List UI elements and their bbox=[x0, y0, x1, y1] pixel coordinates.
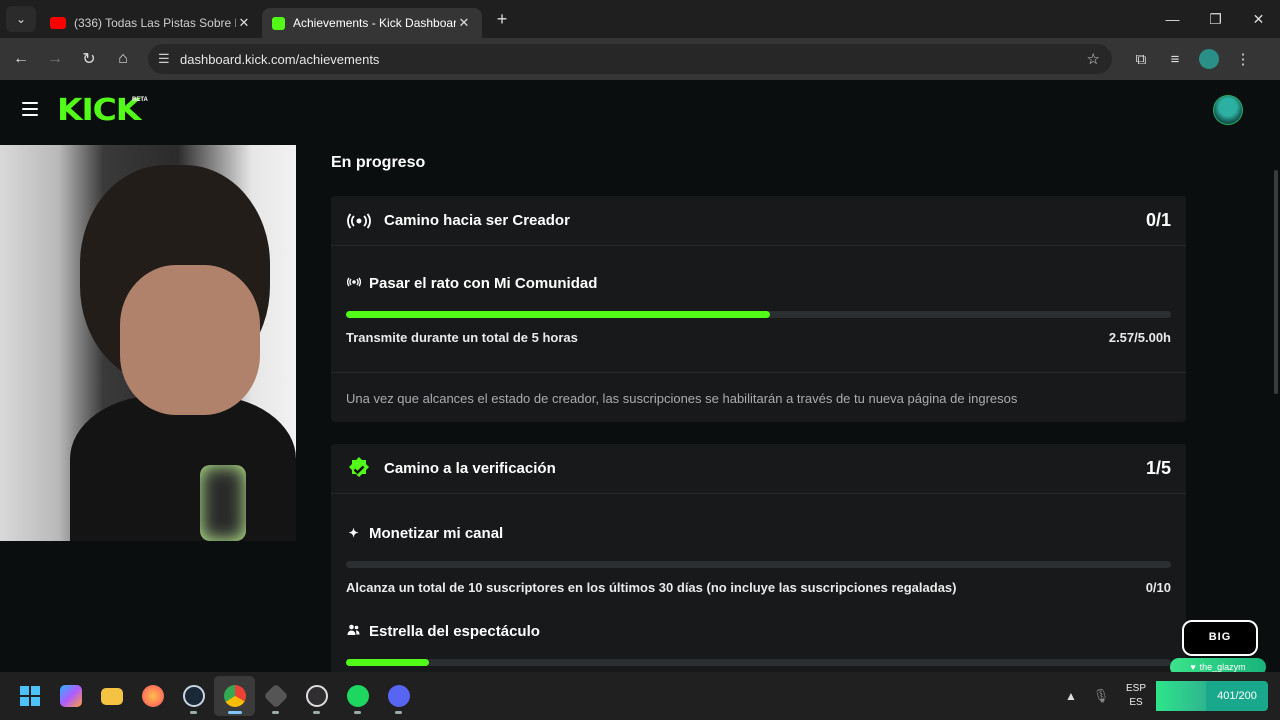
file-explorer-icon[interactable] bbox=[91, 676, 132, 716]
task-item: Pasar el rato con Mi Comunidad Transmite… bbox=[331, 246, 1186, 345]
tab-title: (336) Todas Las Pistas Sobre He bbox=[74, 16, 236, 30]
heart-icon: ♥ bbox=[1190, 662, 1196, 672]
site-settings-icon[interactable]: ☰ bbox=[158, 51, 180, 67]
bookmark-star-icon[interactable]: ☆ bbox=[1087, 50, 1100, 68]
windows-taskbar: ▲ 🎙 ESP ES 401/200 bbox=[0, 672, 1280, 720]
close-tab-icon[interactable]: ✕ bbox=[236, 15, 252, 31]
overlay-goal-bar bbox=[1156, 681, 1206, 711]
steam-icon[interactable] bbox=[173, 676, 214, 716]
achievement-card-creator: Camino hacia ser Creador 0/1 Pasar el ra… bbox=[331, 196, 1186, 422]
extensions-icon[interactable]: ⧉ bbox=[1124, 44, 1158, 74]
overlay-counter: 401/200 bbox=[1206, 681, 1268, 711]
browser-tab-bar: ⌄ (336) Todas Las Pistas Sobre He ✕ Achi… bbox=[0, 0, 1280, 38]
webcam-overlay bbox=[0, 145, 296, 541]
url-bar[interactable]: ☰ dashboard.kick.com/achievements ☆ bbox=[148, 44, 1112, 74]
card-count: 1/5 bbox=[1145, 458, 1171, 478]
language-indicator[interactable]: ESP ES bbox=[1116, 682, 1156, 710]
progress-bar bbox=[346, 659, 1171, 666]
beta-badge: BETA bbox=[132, 97, 148, 103]
task-item: Estrella del espectáculo bbox=[331, 595, 1186, 666]
minimize-icon[interactable]: — bbox=[1151, 0, 1194, 38]
discord-icon[interactable] bbox=[378, 676, 419, 716]
broadcast-icon bbox=[346, 209, 372, 233]
card-title: Camino a la verificación bbox=[384, 460, 556, 477]
chevron-up-icon[interactable]: ▲ bbox=[1056, 689, 1086, 703]
tab-youtube[interactable]: (336) Todas Las Pistas Sobre He ✕ bbox=[40, 8, 262, 38]
section-title: En progreso bbox=[331, 154, 426, 171]
obs-icon[interactable] bbox=[296, 676, 337, 716]
system-tray: ▲ 🎙 ESP ES 401/200 bbox=[1056, 672, 1280, 720]
progress-bar bbox=[346, 311, 1171, 318]
card-title: Camino hacia ser Creador bbox=[384, 212, 570, 229]
progress-fill bbox=[346, 659, 429, 666]
card-note: Una vez que alcances el estado de creado… bbox=[346, 391, 1018, 406]
address-toolbar: ← → ↻ ⌂ ☰ dashboard.kick.com/achievement… bbox=[0, 38, 1280, 80]
achievement-card-verification: Camino a la verificación 1/5 ✦ Monetizar… bbox=[331, 444, 1186, 672]
tab-kick-dashboard[interactable]: Achievements - Kick Dashboard ✕ bbox=[262, 8, 482, 38]
task-progress-value: 0/10 bbox=[1145, 580, 1171, 595]
new-tab-button[interactable]: + bbox=[488, 9, 516, 30]
task-requirement: Alcanza un total de 10 suscriptores en l… bbox=[346, 580, 957, 595]
task-item: ✦ Monetizar mi canal Alcanza un total de… bbox=[331, 494, 1186, 595]
task-title: Monetizar mi canal bbox=[369, 524, 504, 542]
card-count: 0/1 bbox=[1145, 210, 1171, 230]
reload-icon[interactable]: ↻ bbox=[72, 44, 106, 74]
sparkle-icon: ✦ bbox=[348, 526, 359, 540]
tab-search-button[interactable]: ⌄ bbox=[6, 6, 36, 32]
chrome-icon[interactable] bbox=[214, 676, 255, 716]
close-tab-icon[interactable]: ✕ bbox=[456, 15, 472, 31]
kick-favicon-icon bbox=[272, 16, 285, 30]
task-title: Estrella del espectáculo bbox=[369, 622, 540, 640]
browser-menu-icon[interactable]: ⋮ bbox=[1226, 44, 1260, 74]
url-text: dashboard.kick.com/achievements bbox=[180, 51, 380, 67]
handle-text: the_glazym bbox=[1199, 662, 1246, 672]
spotify-icon[interactable] bbox=[337, 676, 378, 716]
windows-logo-icon bbox=[19, 686, 40, 706]
hamburger-menu-icon[interactable] bbox=[22, 102, 38, 116]
kick-logo[interactable]: KICK bbox=[57, 93, 141, 128]
task-progress-value: 2.57/5.00h bbox=[1108, 330, 1171, 345]
tab-title: Achievements - Kick Dashboard bbox=[293, 16, 456, 30]
stream-overlay-logo: BIG bbox=[1182, 620, 1258, 656]
window-controls: — ❐ ✕ bbox=[1151, 0, 1280, 38]
youtube-icon bbox=[50, 17, 66, 29]
media-control-icon[interactable]: ≡ bbox=[1158, 44, 1192, 74]
app-cube-icon[interactable] bbox=[255, 676, 296, 716]
site-header: KICK BETA bbox=[0, 80, 1280, 142]
microphone-icon[interactable]: 🎙 bbox=[1086, 688, 1116, 704]
progress-bar bbox=[346, 561, 1171, 568]
copilot-icon[interactable] bbox=[50, 676, 91, 716]
broadcast-icon bbox=[346, 276, 361, 290]
users-icon bbox=[346, 624, 361, 639]
task-title: Pasar el rato con Mi Comunidad bbox=[369, 274, 598, 292]
home-icon[interactable]: ⌂ bbox=[106, 44, 140, 74]
verified-badge-icon bbox=[346, 456, 372, 481]
profile-avatar[interactable] bbox=[1192, 44, 1226, 74]
restore-icon[interactable]: ❐ bbox=[1194, 0, 1237, 38]
firefox-icon[interactable] bbox=[132, 676, 173, 716]
progress-fill bbox=[346, 311, 771, 318]
close-window-icon[interactable]: ✕ bbox=[1237, 0, 1280, 38]
card-header[interactable]: Camino a la verificación 1/5 bbox=[331, 444, 1186, 494]
card-header[interactable]: Camino hacia ser Creador 0/1 bbox=[331, 196, 1186, 246]
page-scrollbar[interactable] bbox=[1272, 142, 1280, 672]
forward-icon[interactable]: → bbox=[38, 44, 72, 74]
divider bbox=[331, 372, 1186, 373]
user-avatar[interactable] bbox=[1213, 95, 1243, 125]
start-button[interactable] bbox=[9, 676, 50, 716]
back-icon[interactable]: ← bbox=[4, 44, 38, 74]
page-content: KICK BETA En progreso Camino hacia ser C… bbox=[0, 80, 1280, 672]
task-requirement: Transmite durante un total de 5 horas bbox=[346, 330, 578, 345]
